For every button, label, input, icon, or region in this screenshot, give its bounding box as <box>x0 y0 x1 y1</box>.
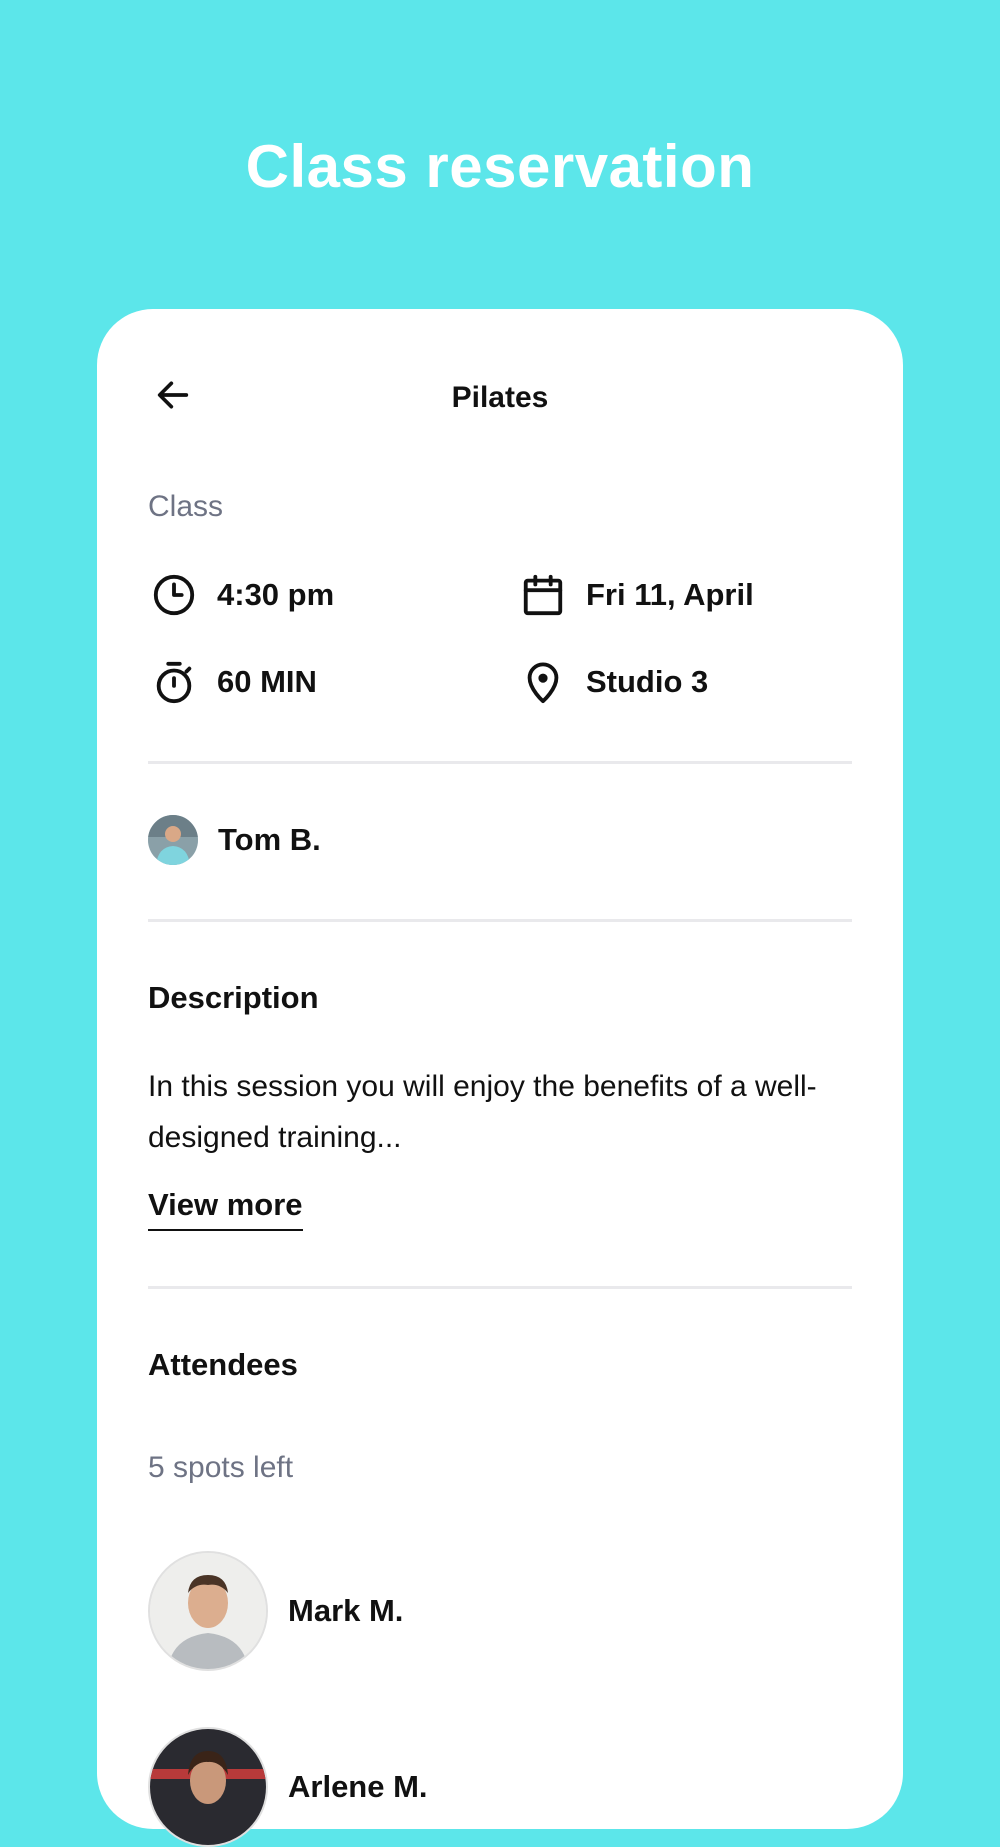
class-time: 4:30 pm <box>148 569 334 621</box>
card-header: Pilates <box>97 361 903 431</box>
trainer-name: Tom B. <box>218 822 321 857</box>
description-text: In this session you will enjoy the benef… <box>148 1070 817 1154</box>
class-duration: 60 MIN <box>148 656 317 708</box>
divider <box>148 1286 852 1289</box>
class-location: Studio 3 <box>517 656 708 708</box>
class-location-value: Studio 3 <box>586 664 709 699</box>
class-section-label: Class <box>148 490 224 523</box>
clock-icon <box>148 569 200 621</box>
attendee-avatar <box>148 1551 268 1671</box>
class-date: Fri 11, April <box>517 569 754 621</box>
attendees-heading: Attendees <box>148 1347 298 1382</box>
trainer-row[interactable]: Tom B. <box>148 815 321 865</box>
calendar-icon <box>517 569 569 621</box>
attendee-item[interactable]: Mark M. <box>148 1551 403 1671</box>
trainer-avatar <box>148 815 198 865</box>
spots-left-text: 5 spots left <box>148 1451 294 1484</box>
class-name-title: Pilates <box>451 381 549 414</box>
location-pin-icon <box>517 656 569 708</box>
divider <box>148 761 852 764</box>
page-title: Class reservation <box>245 133 755 200</box>
view-more-link[interactable]: View more <box>148 1187 303 1231</box>
attendee-avatar <box>148 1727 268 1847</box>
stopwatch-icon <box>148 656 200 708</box>
reservation-card: Pilates Class 4:30 pm Fri 11, April 60 M… <box>97 309 903 1847</box>
class-date-value: Fri 11, April <box>586 577 754 612</box>
attendee-name: Arlene M. <box>288 1769 428 1804</box>
attendee-item[interactable]: Arlene M. <box>148 1727 428 1847</box>
divider <box>148 919 852 922</box>
attendee-name: Mark M. <box>288 1593 404 1628</box>
class-time-value: 4:30 pm <box>217 577 335 612</box>
description-heading: Description <box>148 980 319 1015</box>
class-duration-value: 60 MIN <box>217 664 317 699</box>
